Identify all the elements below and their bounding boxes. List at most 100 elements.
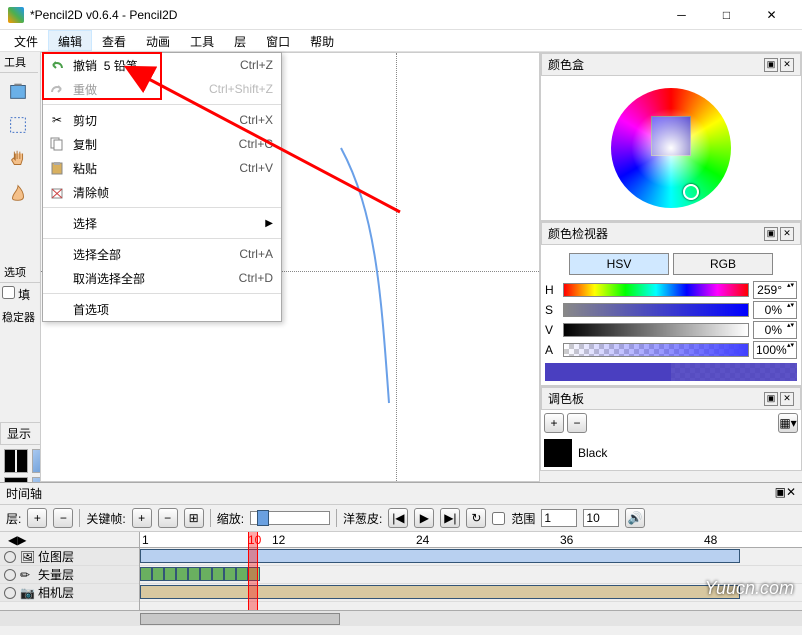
eye-icon[interactable] — [4, 551, 16, 563]
menu-select-all[interactable]: 选择全部 Ctrl+A — [43, 242, 281, 266]
track-bitmap[interactable] — [140, 548, 802, 566]
sat-slider[interactable] — [563, 303, 749, 317]
right-dock: 颜色盒 ▣✕ 颜色检视器 ▣✕ HSV RGB H — [540, 52, 802, 482]
track-vector[interactable] — [140, 566, 802, 584]
sat-label: S — [545, 303, 559, 317]
menu-animation[interactable]: 动画 — [136, 30, 180, 51]
alpha-slider[interactable] — [563, 343, 749, 357]
timeline-ruler[interactable]: 1 10 12 24 36 48 — [140, 532, 802, 548]
sat-value[interactable]: 0% — [753, 301, 797, 319]
colorbox-undock-icon[interactable]: ▣ — [764, 58, 778, 72]
remove-layer-button[interactable]: − — [53, 508, 73, 528]
menu-copy[interactable]: 复制 Ctrl+C — [43, 132, 281, 156]
fill-checkbox[interactable] — [2, 286, 15, 299]
palette-item-black[interactable]: Black — [541, 436, 801, 470]
color-inspector-panel: 颜色检视器 ▣✕ HSV RGB H 259° S 0% — [540, 221, 802, 386]
clear-tool[interactable] — [2, 75, 34, 107]
val-label: V — [545, 323, 559, 337]
app-logo-icon — [8, 7, 24, 23]
minimize-button[interactable]: ─ — [659, 0, 704, 30]
tab-rgb[interactable]: RGB — [673, 253, 773, 275]
timeline-scrollbar[interactable] — [0, 610, 802, 626]
chevron-right-icon: ▶ — [265, 218, 273, 229]
eye-icon[interactable] — [4, 569, 16, 581]
eye-icon[interactable] — [4, 587, 16, 599]
add-keyframe-button[interactable]: + — [132, 508, 152, 528]
layer-bitmap[interactable]: 🖼位图层 — [0, 548, 139, 566]
menu-preferences[interactable]: 首选项 — [43, 297, 281, 321]
timeline-tracks[interactable]: 1 10 12 24 36 48 — [140, 532, 802, 610]
mirror-h-button[interactable] — [4, 449, 28, 473]
inspector-undock-icon[interactable]: ▣ — [764, 227, 778, 241]
menu-select-submenu[interactable]: 选择 ▶ — [43, 211, 281, 235]
menu-window[interactable]: 窗口 — [256, 30, 300, 51]
menu-tools[interactable]: 工具 — [180, 30, 224, 51]
playhead[interactable] — [248, 532, 258, 610]
palette-item-label: Black — [578, 446, 607, 460]
menu-paste[interactable]: 粘贴 Ctrl+V — [43, 156, 281, 180]
hue-value[interactable]: 259° — [753, 281, 797, 299]
close-button[interactable]: ✕ — [749, 0, 794, 30]
palette-view-button[interactable]: ▦▾ — [778, 413, 798, 433]
palette-title: 调色板 — [548, 390, 584, 407]
hue-slider[interactable] — [563, 283, 749, 297]
colorbox-close-icon[interactable]: ✕ — [780, 58, 794, 72]
menu-help[interactable]: 帮助 — [300, 30, 344, 51]
sound-button[interactable]: 🔊 — [625, 508, 645, 528]
timeline-close-icon[interactable]: ✕ — [786, 485, 796, 499]
menu-deselect-all[interactable]: 取消选择全部 Ctrl+D — [43, 266, 281, 290]
hand-tool[interactable] — [2, 143, 34, 175]
palette-remove-button[interactable]: − — [567, 413, 587, 433]
hue-ring-handle[interactable] — [683, 184, 699, 200]
palette-close-icon[interactable]: ✕ — [780, 392, 794, 406]
palette-panel: 调色板 ▣✕ + − ▦▾ Black — [540, 386, 802, 471]
val-value[interactable]: 0% — [753, 321, 797, 339]
add-layer-button[interactable]: + — [27, 508, 47, 528]
range-from-input[interactable]: 1 — [541, 509, 577, 527]
timeline-undock-icon[interactable]: ▣ — [775, 485, 786, 499]
clear-icon — [47, 182, 67, 202]
range-label: 范围 — [511, 510, 535, 527]
fill-option[interactable]: 填 — [0, 283, 40, 306]
keyframe-label: 关键帧: — [86, 510, 125, 527]
play-last-button[interactable]: ▶| — [440, 508, 460, 528]
color-wheel[interactable] — [611, 88, 731, 208]
menu-layers[interactable]: 层 — [224, 30, 256, 51]
all-layers-toggle[interactable]: ◀▶ — [8, 533, 26, 547]
tab-hsv[interactable]: HSV — [569, 253, 669, 275]
menu-cut[interactable]: ✂ 剪切 Ctrl+X — [43, 108, 281, 132]
smudge-tool[interactable] — [2, 177, 34, 209]
loop-button[interactable]: ↻ — [466, 508, 486, 528]
paste-icon — [47, 158, 67, 178]
maximize-button[interactable]: □ — [704, 0, 749, 30]
range-to-input[interactable]: 10 — [583, 509, 619, 527]
palette-swatch-icon — [544, 439, 572, 467]
camera-layer-icon: 📷 — [20, 586, 34, 600]
palette-undock-icon[interactable]: ▣ — [764, 392, 778, 406]
track-camera[interactable] — [140, 584, 802, 602]
play-first-button[interactable]: |◀ — [388, 508, 408, 528]
menu-undo[interactable]: 撤销 5 铅笔 Ctrl+Z — [43, 53, 281, 77]
select-tool[interactable] — [2, 109, 34, 141]
range-checkbox[interactable] — [492, 512, 505, 525]
val-slider[interactable] — [563, 323, 749, 337]
layer-vector[interactable]: ✏矢量层 — [0, 566, 139, 584]
alpha-value[interactable]: 100% — [753, 341, 797, 359]
display-title: 显示 — [7, 425, 31, 442]
menu-view[interactable]: 查看 — [92, 30, 136, 51]
inspector-close-icon[interactable]: ✕ — [780, 227, 794, 241]
duplicate-keyframe-button[interactable]: ⊞ — [184, 508, 204, 528]
hue-label: H — [545, 283, 559, 297]
color-swatch[interactable] — [651, 116, 691, 156]
remove-keyframe-button[interactable]: − — [158, 508, 178, 528]
color-preview — [545, 363, 797, 381]
layer-camera[interactable]: 📷相机层 — [0, 584, 139, 602]
menu-edit[interactable]: 编辑 — [48, 30, 92, 51]
colorbox-title: 颜色盒 — [548, 56, 584, 73]
content-area: 工具 选项 填 稳定器 显示 ▣✕ — [0, 52, 802, 482]
zoom-slider[interactable] — [250, 511, 330, 525]
palette-add-button[interactable]: + — [544, 413, 564, 433]
menu-clear-frame[interactable]: 清除帧 — [43, 180, 281, 204]
menu-file[interactable]: 文件 — [4, 30, 48, 51]
play-button[interactable]: ▶ — [414, 508, 434, 528]
